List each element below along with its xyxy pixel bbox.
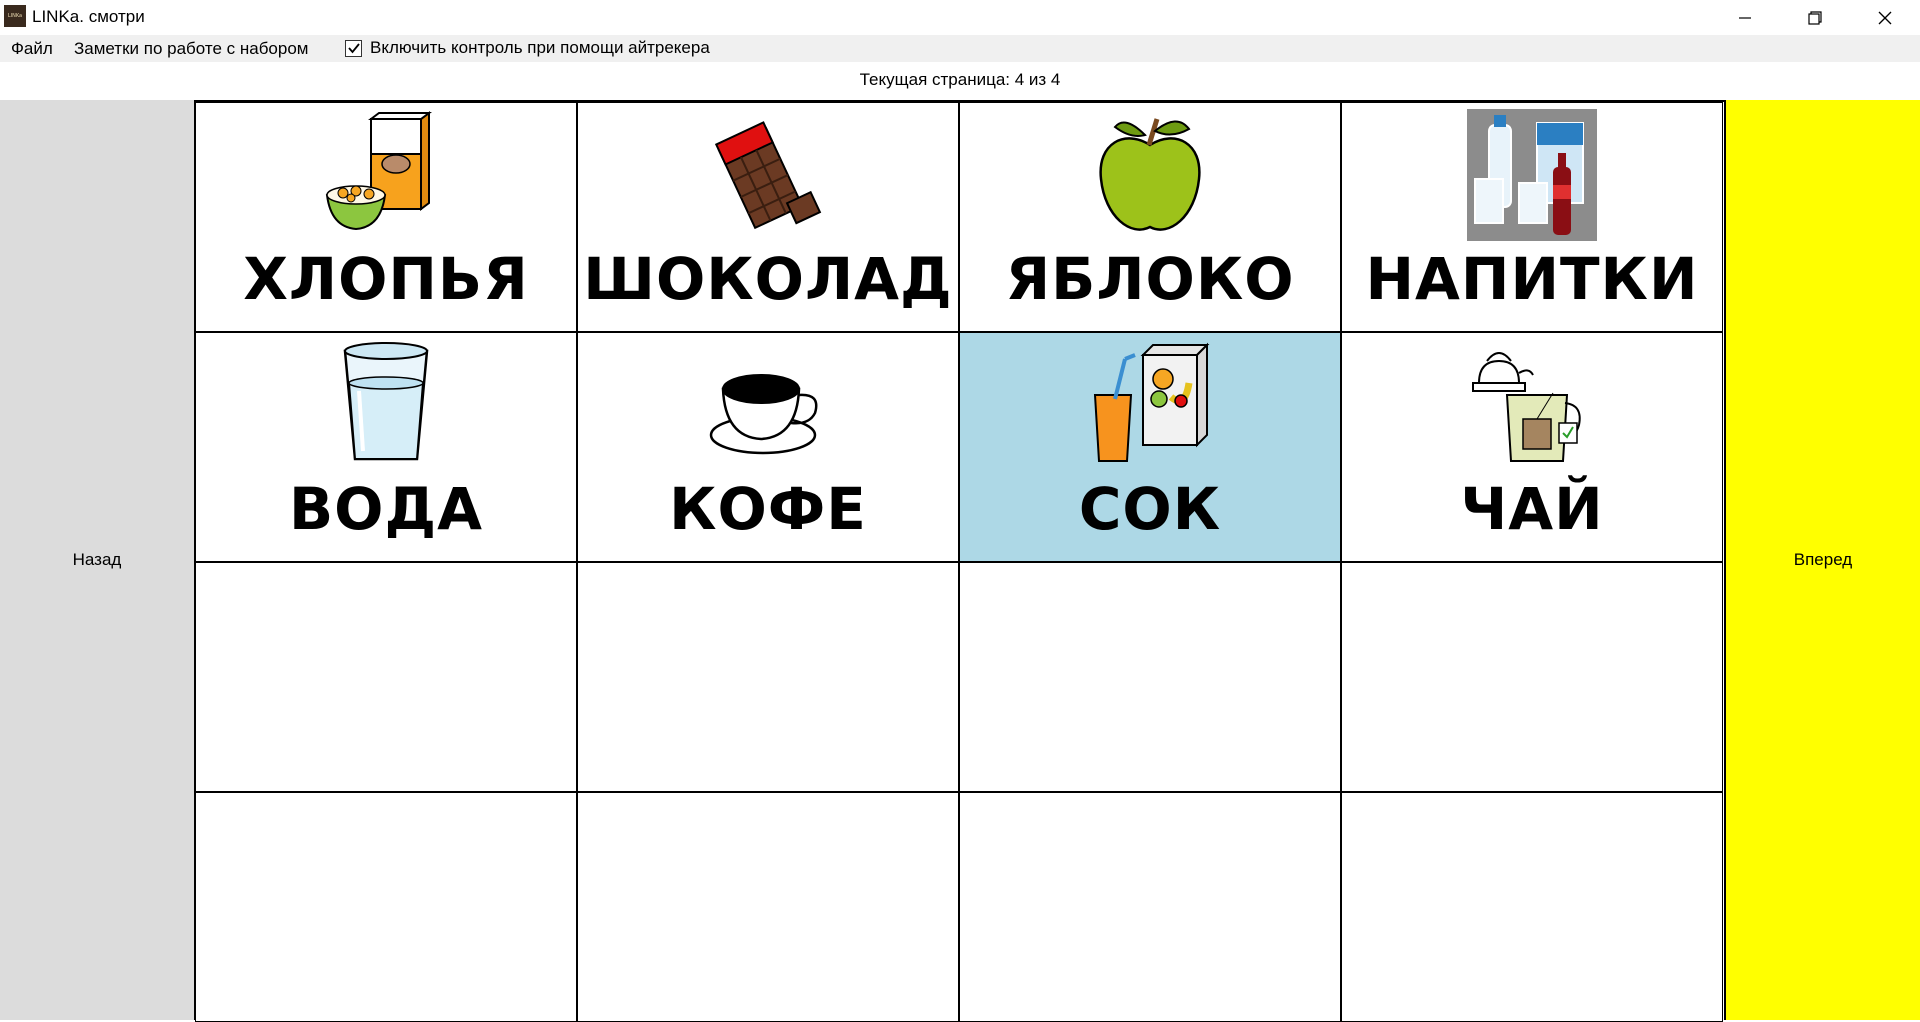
tea-icon	[1472, 352, 1581, 462]
empty-cell[interactable]	[195, 562, 577, 792]
card-word: КОФЕ	[669, 475, 867, 543]
card-word: ВОДА	[288, 475, 484, 543]
empty-cell[interactable]	[195, 792, 577, 1022]
card-drinks[interactable]: НАПИТКИ	[1341, 102, 1723, 332]
empty-cell[interactable]	[959, 792, 1341, 1022]
menu-notes[interactable]: Заметки по работе с набором	[74, 39, 308, 59]
card-juice[interactable]: СОК	[959, 332, 1341, 562]
coffee-cup-icon	[709, 374, 818, 455]
eyetracker-toggle[interactable]: Включить контроль при помощи айтрекера	[345, 38, 710, 58]
empty-cell[interactable]	[577, 562, 959, 792]
back-label: Назад	[72, 550, 122, 569]
card-tea[interactable]: ЧАЙ	[1341, 332, 1723, 562]
cereal-icon	[325, 111, 432, 231]
menu-bar: Файл Заметки по работе с набором Включит…	[0, 35, 1920, 62]
minimize-icon	[1739, 16, 1751, 19]
card-grid: ХЛОПЬЯ ШОКОЛАД ЯБЛОКО НАПИТКИ ВОДА КОФЕ …	[195, 100, 1725, 1022]
forward-label: Вперед	[1793, 550, 1853, 569]
card-word: ШОКОЛАД	[583, 245, 953, 313]
menu-file[interactable]: Файл	[11, 39, 53, 59]
empty-cell[interactable]	[1341, 792, 1723, 1022]
card-chocolate[interactable]: ШОКОЛАД	[577, 102, 959, 332]
close-icon	[1878, 11, 1892, 24]
card-word: ЧАЙ	[1460, 475, 1604, 543]
card-word: СОК	[1078, 475, 1222, 543]
drinks-icon	[1467, 109, 1597, 241]
empty-cell[interactable]	[577, 792, 959, 1022]
page-indicator: Текущая страница: 4 из 4	[859, 70, 1061, 89]
apple-icon	[1099, 118, 1201, 231]
checkmark-icon	[347, 43, 360, 54]
back-button[interactable]: Назад	[0, 100, 196, 1020]
eyetracker-label: Включить контроль при помощи айтрекера	[370, 38, 710, 57]
card-word: ХЛОПЬЯ	[243, 245, 529, 313]
restore-icon	[1808, 10, 1822, 25]
empty-cell[interactable]	[1341, 562, 1723, 792]
minimize-button[interactable]	[1710, 0, 1780, 35]
close-button[interactable]	[1850, 0, 1920, 35]
card-water[interactable]: ВОДА	[195, 332, 577, 562]
empty-cell[interactable]	[959, 562, 1341, 792]
card-apple[interactable]: ЯБЛОКО	[959, 102, 1341, 332]
water-glass-icon	[343, 342, 429, 461]
app-logo-icon: LINKa	[4, 5, 26, 27]
window-title: LINKa. смотри	[32, 7, 145, 26]
eyetracker-checkbox[interactable]	[345, 39, 362, 57]
forward-button[interactable]: Вперед	[1724, 100, 1920, 1020]
card-cereal[interactable]: ХЛОПЬЯ	[195, 102, 577, 332]
card-word: ЯБЛОКО	[1005, 245, 1295, 313]
chocolate-icon	[714, 121, 822, 230]
card-word: НАПИТКИ	[1365, 245, 1699, 313]
restore-button[interactable]	[1780, 0, 1850, 35]
juice-icon	[1093, 342, 1210, 462]
title-bar: LINKa LINKa. смотри	[0, 0, 1920, 35]
card-coffee[interactable]: КОФЕ	[577, 332, 959, 562]
